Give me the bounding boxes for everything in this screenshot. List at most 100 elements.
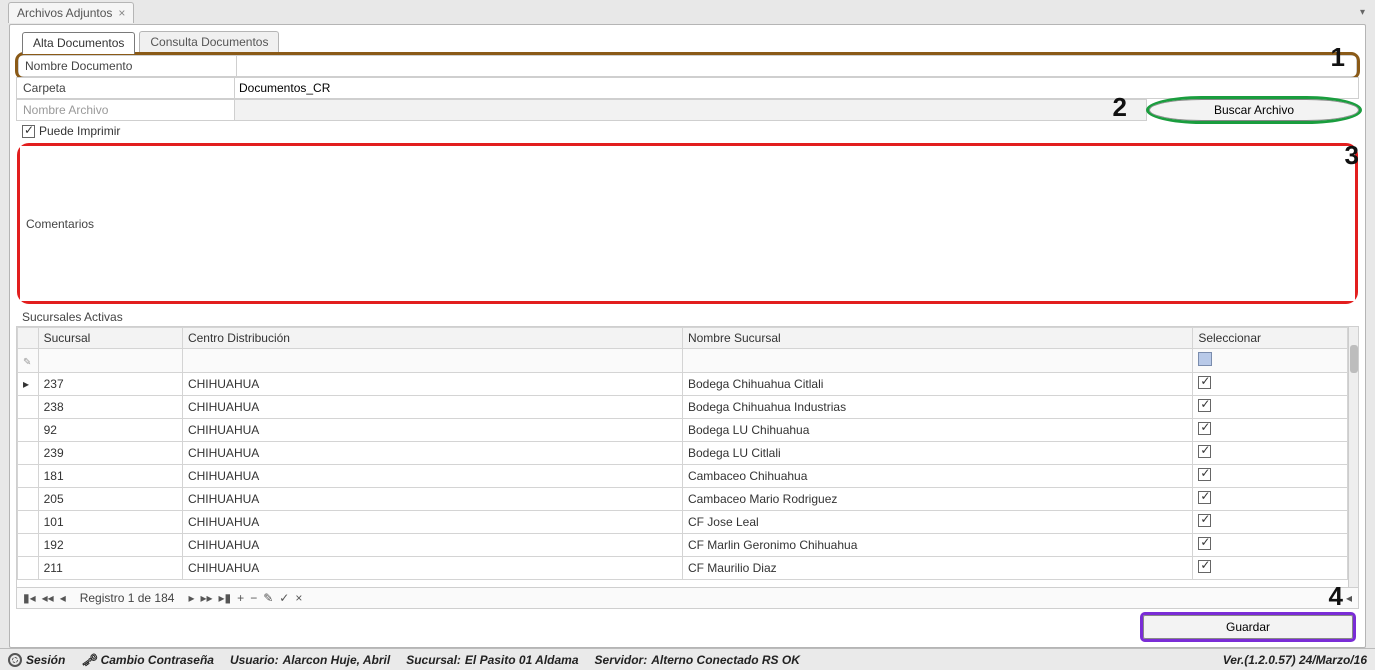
table-row[interactable]: 211CHIHUAHUACF Maurilio Diaz [18, 557, 1348, 580]
nav-remove-icon[interactable]: − [250, 591, 257, 605]
cell-seleccionar[interactable] [1193, 488, 1348, 511]
annotation-2: 2 [1113, 92, 1127, 123]
cell-seleccionar[interactable] [1193, 442, 1348, 465]
app-tab-bar: Archivos Adjuntos × ▾ [0, 0, 1375, 24]
cell-sucursal: 101 [38, 511, 182, 534]
input-nombre-documento[interactable] [236, 55, 1357, 77]
nav-first-icon[interactable]: ▮◂ [23, 591, 36, 605]
tab-alta-documentos[interactable]: Alta Documentos [22, 32, 135, 54]
tab-menu-dropdown-icon[interactable]: ▾ [1360, 7, 1365, 18]
status-usuario-label: Usuario: [230, 653, 279, 667]
nav-scroll-left-icon[interactable]: ◂ [1346, 591, 1352, 605]
nav-add-icon[interactable]: + [237, 591, 244, 605]
cell-centro-distribucion: CHIHUAHUA [182, 488, 682, 511]
grid-header-row: Sucursal Centro Distribución Nombre Sucu… [18, 328, 1348, 349]
cell-sucursal: 192 [38, 534, 182, 557]
cell-seleccionar[interactable] [1193, 534, 1348, 557]
nav-accept-icon[interactable]: ✓ [279, 591, 289, 605]
grid-navigator: ▮◂ ◂◂ ◂ Registro 1 de 184 ▸ ▸▸ ▸▮ + − ✎ … [17, 587, 1358, 608]
form-area: Nombre Documento Carpeta Nombre Archivo … [16, 53, 1359, 641]
filter-centro-distribucion[interactable] [182, 349, 682, 373]
main-panel: Alta Documentos Consulta Documentos Nomb… [9, 24, 1366, 648]
table-row[interactable]: 192CHIHUAHUACF Marlin Geronimo Chihuahua [18, 534, 1348, 557]
filter-icon[interactable]: ✎ [23, 357, 31, 368]
table-row[interactable]: ▸237CHIHUAHUABodega Chihuahua Citlali [18, 373, 1348, 396]
grid-header-seleccionar[interactable]: Seleccionar [1193, 328, 1348, 349]
status-sesion[interactable]: Sesión [26, 653, 65, 667]
cell-centro-distribucion: CHIHUAHUA [182, 373, 682, 396]
status-servidor-label: Servidor: [595, 653, 648, 667]
input-carpeta[interactable] [234, 77, 1359, 99]
cell-centro-distribucion: CHIHUAHUA [182, 534, 682, 557]
grid-header-indicator [18, 328, 39, 349]
nav-cancel-icon[interactable]: × [295, 591, 302, 605]
close-icon[interactable]: × [118, 6, 125, 20]
input-nombre-archivo [234, 99, 1147, 121]
filter-sucursal[interactable] [38, 349, 182, 373]
filter-nombre-sucursal[interactable] [682, 349, 1192, 373]
row-indicator [18, 419, 39, 442]
nav-next-page-icon[interactable]: ▸▸ [200, 591, 212, 605]
checkbox-puede-imprimir[interactable] [22, 125, 35, 138]
filter-seleccionar[interactable] [1193, 349, 1348, 373]
cell-seleccionar[interactable] [1193, 419, 1348, 442]
row-indicator [18, 488, 39, 511]
cell-seleccionar[interactable] [1193, 396, 1348, 419]
grid-header-centro-distribucion[interactable]: Centro Distribución [182, 328, 682, 349]
key-icon: 🗝 [81, 653, 96, 667]
table-row[interactable]: 205CHIHUAHUACambaceo Mario Rodriguez [18, 488, 1348, 511]
cell-centro-distribucion: CHIHUAHUA [182, 419, 682, 442]
grid-filter-row: ✎ [18, 349, 1348, 373]
grid-header-nombre-sucursal[interactable]: Nombre Sucursal [682, 328, 1192, 349]
status-servidor: Alterno Conectado RS OK [651, 653, 800, 667]
label-comentarios: Comentarios [20, 146, 238, 301]
table-row[interactable]: 92CHIHUAHUABodega LU Chihuahua [18, 419, 1348, 442]
row-puede-imprimir: Puede Imprimir [16, 121, 1359, 141]
row-indicator [18, 465, 39, 488]
nav-next-icon[interactable]: ▸ [188, 591, 194, 605]
cell-seleccionar[interactable] [1193, 465, 1348, 488]
app-tab-title: Archivos Adjuntos [17, 6, 112, 20]
cell-seleccionar[interactable] [1193, 373, 1348, 396]
row-indicator [18, 396, 39, 419]
label-nombre-archivo: Nombre Archivo [16, 99, 234, 121]
cell-nombre-sucursal: Bodega LU Chihuahua [682, 419, 1192, 442]
status-usuario: Alarcon Huje, Abril [283, 653, 391, 667]
annotation-4: 4 [1329, 581, 1343, 612]
cell-nombre-sucursal: Cambaceo Chihuahua [682, 465, 1192, 488]
grid-scrollbar[interactable] [1348, 327, 1358, 587]
input-comentarios[interactable] [238, 146, 1355, 301]
gear-icon [8, 653, 22, 667]
tab-consulta-documentos[interactable]: Consulta Documentos [139, 31, 279, 53]
row-indicator [18, 511, 39, 534]
app-tab[interactable]: Archivos Adjuntos × [8, 2, 134, 23]
cell-centro-distribucion: CHIHUAHUA [182, 396, 682, 419]
row-indicator [18, 534, 39, 557]
status-bar: Sesión 🗝 Cambio Contraseña Usuario: Alar… [0, 648, 1375, 670]
guardar-button[interactable]: Guardar [1143, 615, 1353, 639]
cell-seleccionar[interactable] [1193, 511, 1348, 534]
grid-table: Sucursal Centro Distribución Nombre Sucu… [17, 327, 1348, 580]
cell-nombre-sucursal: CF Jose Leal [682, 511, 1192, 534]
buscar-archivo-button[interactable]: Buscar Archivo [1149, 99, 1359, 121]
cell-centro-distribucion: CHIHUAHUA [182, 465, 682, 488]
nav-prev-page-icon[interactable]: ◂◂ [42, 591, 54, 605]
table-row[interactable]: 238CHIHUAHUABodega Chihuahua Industrias [18, 396, 1348, 419]
grid-sucursales: Sucursal Centro Distribución Nombre Sucu… [16, 326, 1359, 609]
table-row[interactable]: 101CHIHUAHUACF Jose Leal [18, 511, 1348, 534]
label-puede-imprimir: Puede Imprimir [39, 124, 120, 138]
cell-sucursal: 181 [38, 465, 182, 488]
nav-last-icon[interactable]: ▸▮ [219, 591, 232, 605]
cell-seleccionar[interactable] [1193, 557, 1348, 580]
nav-prev-icon[interactable]: ◂ [60, 591, 66, 605]
table-row[interactable]: 181CHIHUAHUACambaceo Chihuahua [18, 465, 1348, 488]
cell-sucursal: 92 [38, 419, 182, 442]
cell-nombre-sucursal: Cambaceo Mario Rodriguez [682, 488, 1192, 511]
table-row[interactable]: 239CHIHUAHUABodega LU Citlali [18, 442, 1348, 465]
status-cambio-contrasena[interactable]: Cambio Contraseña [101, 653, 214, 667]
cell-nombre-sucursal: Bodega LU Citlali [682, 442, 1192, 465]
grid-header-sucursal[interactable]: Sucursal [38, 328, 182, 349]
cell-centro-distribucion: CHIHUAHUA [182, 442, 682, 465]
nav-edit-icon[interactable]: ✎ [263, 591, 273, 605]
annotation-3: 3 [1345, 140, 1359, 171]
